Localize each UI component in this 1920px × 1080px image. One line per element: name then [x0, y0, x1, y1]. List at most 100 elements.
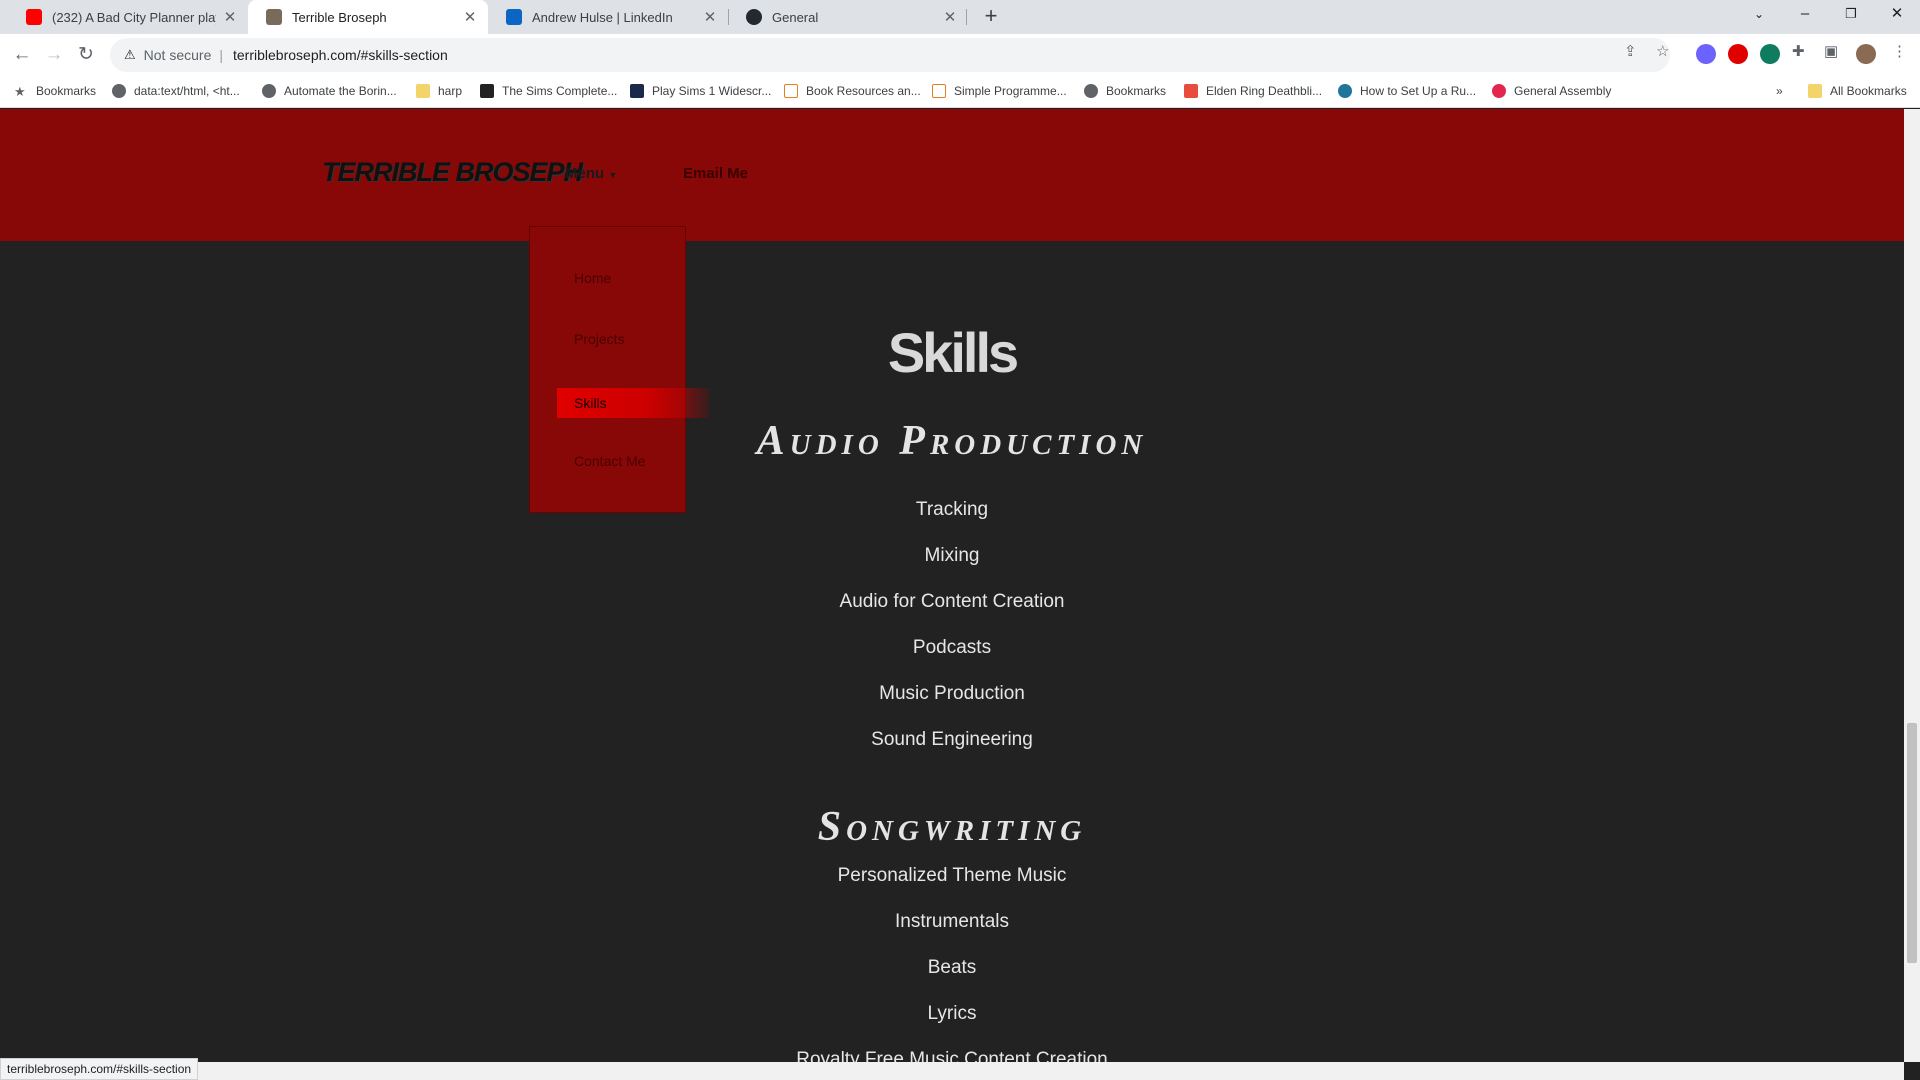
github-icon — [746, 9, 762, 25]
dropdown-item-skills[interactable]: Skills — [557, 388, 709, 418]
bookmark-label: The Sims Complete... — [502, 84, 618, 98]
sidepanel-icon[interactable]: ▣ — [1824, 42, 1838, 60]
avatar-favicon-icon — [266, 9, 282, 25]
puzzle-icon[interactable]: ✚ — [1792, 42, 1805, 60]
tab-title: (232) A Bad City Planner plays T — [52, 9, 216, 25]
skill-item: Lyrics — [927, 1003, 977, 1024]
skill-item: Music Production — [879, 683, 1025, 704]
ga-icon — [1492, 84, 1506, 98]
security-label[interactable]: Not secure — [144, 47, 212, 63]
back-arrow-icon[interactable]: ← — [8, 41, 36, 69]
sp-icon — [932, 84, 946, 98]
tab-separator — [966, 9, 967, 25]
bookmark-item[interactable]: How to Set Up a Ru... — [1338, 84, 1476, 98]
caret-down-icon: ▼ — [608, 170, 618, 180]
bookmark-label: Book Resources an... — [806, 84, 921, 98]
overflow-chevron-icon: » — [1776, 84, 1783, 98]
skill-item: Instrumentals — [894, 911, 1010, 932]
globe-icon — [1084, 84, 1098, 98]
bookmark-item[interactable]: ★ Bookmarks — [14, 84, 96, 99]
star-icon[interactable]: ☆ — [1656, 42, 1669, 60]
dropdown-item-label: Skills — [574, 395, 607, 411]
skill-item: Podcasts — [912, 637, 992, 658]
tab-youtube[interactable]: (232) A Bad City Planner plays T ✕ — [8, 0, 248, 34]
kebab-menu-icon[interactable]: ⋮ — [1892, 42, 1907, 60]
status-bar-url: terriblebroseph.com/#skills-section — [0, 1058, 199, 1080]
profile-avatar[interactable] — [1856, 44, 1876, 64]
site-header: TERRIBLE BROSEPH Menu ▼ Email Me — [0, 109, 1904, 241]
vertical-scrollbar[interactable] — [1904, 109, 1920, 1062]
bookmark-label: Automate the Borin... — [284, 84, 397, 98]
globe-icon — [112, 84, 126, 98]
divider: | — [219, 47, 223, 63]
new-tab-button[interactable]: + — [978, 4, 1004, 30]
bookmark-label: Simple Programme... — [954, 84, 1067, 98]
share-icon[interactable]: ⇪ — [1624, 42, 1637, 60]
restore-icon[interactable]: ❐ — [1828, 0, 1874, 30]
folder-icon — [416, 84, 430, 98]
bookmark-item[interactable]: harp — [416, 84, 462, 98]
folder-icon — [1808, 84, 1822, 98]
linkedin-icon — [506, 9, 522, 25]
close-window-icon[interactable]: ✕ — [1874, 0, 1920, 30]
extension-icon[interactable] — [1760, 44, 1780, 64]
close-icon[interactable]: ✕ — [462, 8, 478, 26]
youtube-icon — [26, 9, 42, 25]
bookmark-item[interactable]: data:text/html, <ht... — [112, 84, 240, 98]
address-bar[interactable]: ⚠ Not secure | terriblebroseph.com/#skil… — [110, 38, 1670, 72]
globe-icon — [262, 84, 276, 98]
bookmark-item[interactable]: Simple Programme... — [932, 84, 1067, 98]
horizontal-scrollbar[interactable] — [0, 1062, 1904, 1080]
dropdown-item-home[interactable]: Home — [574, 270, 611, 286]
bookmark-item[interactable]: Play Sims 1 Widescr... — [630, 84, 771, 98]
bookmark-item[interactable]: General Assembly — [1492, 84, 1611, 98]
sp-icon — [784, 84, 798, 98]
tab-search-icon[interactable]: ⌄ — [1736, 0, 1782, 30]
opera-icon[interactable] — [1728, 44, 1748, 64]
bookmark-item[interactable]: Elden Ring Deathbli... — [1184, 84, 1322, 98]
email-me-link[interactable]: Email Me — [683, 165, 748, 182]
browser-toolbar: ← → ↻ ⚠ Not secure | terriblebroseph.com… — [0, 34, 1920, 76]
bookmark-item[interactable]: Automate the Borin... — [262, 84, 397, 98]
skills-heading: Skills — [887, 321, 1019, 384]
bookmark-label: Play Sims 1 Widescr... — [652, 84, 772, 98]
browser-window: (232) A Bad City Planner plays T ✕ Terri… — [0, 0, 1920, 1080]
bookmark-label: All Bookmarks — [1830, 84, 1907, 98]
bookmark-label: How to Set Up a Ru... — [1360, 84, 1477, 98]
bookmark-item[interactable]: The Sims Complete... — [480, 84, 617, 98]
elden-ring-icon — [1184, 84, 1198, 98]
minimize-icon[interactable]: – — [1782, 0, 1828, 30]
page-viewport: TERRIBLE BROSEPH Menu ▼ Email Me Home Pr… — [0, 109, 1904, 1080]
menu-label: Menu — [565, 165, 605, 182]
menu-dropdown-toggle[interactable]: Menu ▼ — [565, 165, 617, 182]
bookmark-label: harp — [438, 84, 463, 98]
tab-terrible-broseph[interactable]: Terrible Broseph ✕ — [248, 0, 488, 34]
close-icon[interactable]: ✕ — [702, 8, 718, 26]
all-bookmarks-button[interactable]: All Bookmarks — [1808, 84, 1907, 98]
url-text[interactable]: terriblebroseph.com/#skills-section — [233, 47, 448, 63]
tab-strip: (232) A Bad City Planner plays T ✕ Terri… — [0, 0, 1920, 34]
scrollbar-thumb[interactable] — [1907, 723, 1917, 963]
close-icon[interactable]: ✕ — [222, 8, 238, 26]
bookmarks-overflow-button[interactable]: » — [1776, 84, 1783, 98]
tab-linkedin[interactable]: Andrew Hulse | LinkedIn ✕ — [488, 0, 728, 34]
forward-arrow-icon[interactable]: → — [40, 41, 68, 69]
skill-item: Beats — [927, 957, 977, 978]
skill-item: Personalized Theme Music — [837, 865, 1067, 886]
reload-icon[interactable]: ↻ — [72, 41, 100, 69]
tab-github[interactable]: General ✕ — [728, 0, 968, 34]
audio-production-heading: Audio Production — [756, 418, 1148, 464]
sims-icon — [480, 84, 494, 98]
tab-title: General — [772, 9, 819, 25]
songwriting-heading: Songwriting — [817, 804, 1087, 850]
bookmark-label: data:text/html, <ht... — [134, 84, 240, 98]
warning-icon[interactable]: ⚠ — [124, 47, 136, 63]
bookmark-label: Elden Ring Deathbli... — [1206, 84, 1323, 98]
site-brand[interactable]: TERRIBLE BROSEPH — [322, 157, 583, 188]
extension-icon[interactable] — [1696, 44, 1716, 64]
close-icon[interactable]: ✕ — [942, 8, 958, 26]
bookmark-item[interactable]: Bookmarks — [1084, 84, 1166, 98]
bookmark-item[interactable]: Book Resources an... — [784, 84, 921, 98]
wordpress-icon — [1338, 84, 1352, 98]
tab-title: Terrible Broseph — [292, 9, 387, 25]
